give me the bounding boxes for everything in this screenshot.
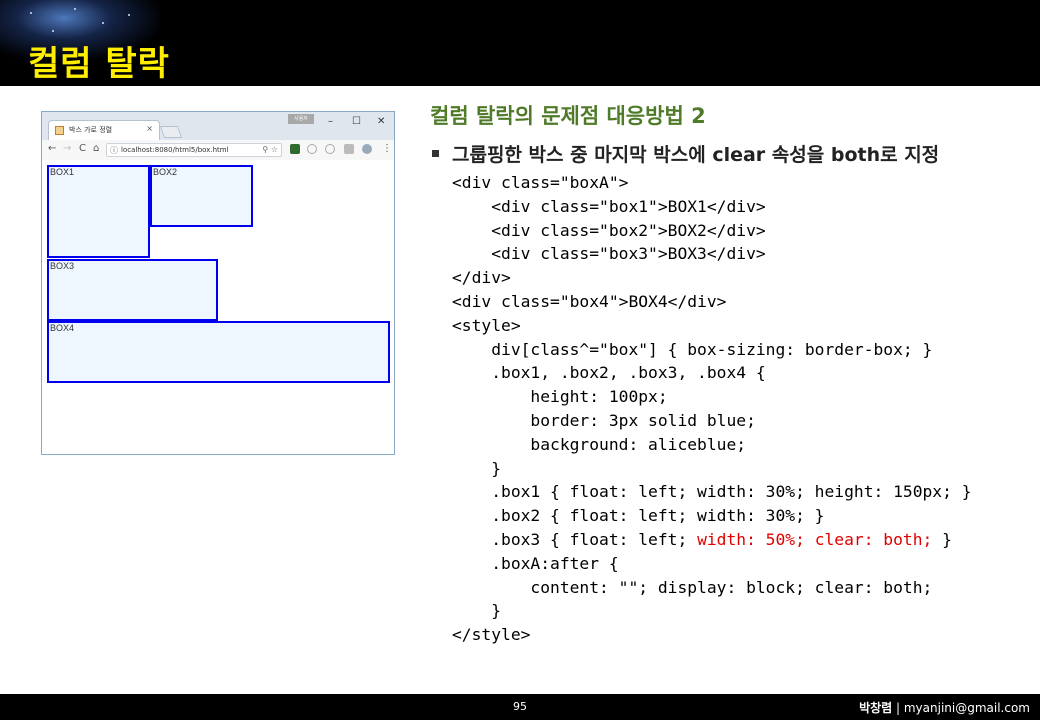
tab-title: 박스 가로 정렬 — [69, 126, 113, 134]
address-bar[interactable]: ⓘ localhost:8080/html5/box.html ⚲ ☆ — [106, 143, 282, 157]
address-toolbar: ← → C ⌂ ⓘ localhost:8080/html5/box.html … — [42, 140, 394, 161]
browser-window: 박스 가로 정렬 × 사용자 – ☐ ✕ ← → C ⌂ ⓘ localhost… — [41, 111, 395, 455]
extension-icon[interactable] — [307, 144, 317, 154]
star-decoration — [128, 14, 130, 16]
code-line: <style> — [452, 315, 521, 335]
code-block: <div class="boxA"> <div class="box1">BOX… — [452, 171, 972, 647]
slide-title: 컬럼 탈락 — [28, 44, 170, 84]
back-icon[interactable]: ← — [48, 143, 56, 154]
code-line: height: 100px; — [452, 387, 668, 407]
code-line: .boxA:after { — [452, 553, 619, 573]
code-line-highlighted: .box3 { float: left; width: 50%; clear: … — [452, 528, 972, 552]
code-line: div[class^="box"] { box-sizing: border-b… — [452, 339, 933, 359]
bullet-text: 그룹핑한 박스 중 마지막 박스에 clear 속성을 both로 지정 — [452, 144, 940, 166]
home-icon[interactable]: ⌂ — [93, 143, 99, 154]
star-decoration — [52, 30, 54, 32]
section-subtitle: 컬럼 탈락의 문제점 대응방법 2 — [430, 104, 706, 128]
box1: BOX1 — [47, 165, 150, 258]
star-decoration — [74, 8, 76, 10]
separator: | — [892, 701, 904, 715]
slide-footer: 95 박창렴 | myanjini@gmail.com — [0, 694, 1040, 720]
url-text: localhost:8080/html5/box.html — [121, 146, 229, 154]
user-badge[interactable]: 사용자 — [288, 114, 314, 124]
code-line: .box1 { float: left; width: 30%; height:… — [452, 482, 972, 502]
code-line-start: .box3 { float: left; — [452, 529, 698, 549]
maximize-icon[interactable]: ☐ — [352, 116, 361, 127]
browser-titlebar: 박스 가로 정렬 × 사용자 – ☐ ✕ — [42, 112, 394, 140]
code-line: </style> — [452, 625, 531, 645]
code-line: <div class="box2">BOX2</div> — [452, 220, 766, 240]
code-line: </div> — [452, 268, 511, 288]
close-icon[interactable]: ✕ — [377, 116, 385, 127]
box2: BOX2 — [150, 165, 253, 227]
author-credit: 박창렴 | myanjini@gmail.com — [859, 699, 1030, 716]
box-label: BOX2 — [153, 167, 178, 177]
box3: BOX3 — [47, 259, 218, 321]
code-highlight: width: 50%; clear: both; — [697, 529, 933, 549]
star-decoration — [102, 22, 104, 24]
author-name: 박창렴 — [859, 701, 893, 715]
new-tab-button[interactable] — [159, 126, 183, 138]
code-line: border: 3px solid blue; — [452, 410, 756, 430]
star-decoration — [30, 12, 32, 14]
extension-icon[interactable] — [325, 144, 335, 154]
tab-close-icon[interactable]: × — [146, 124, 153, 133]
code-line: .box1, .box2, .box3, .box4 { — [452, 363, 766, 383]
code-line: } — [452, 601, 502, 621]
menu-icon[interactable]: ⋮ — [382, 143, 392, 154]
code-line: background: aliceblue; — [452, 434, 747, 454]
extension-icon[interactable] — [344, 144, 354, 154]
box-label: BOX1 — [50, 167, 75, 177]
bullet-icon — [432, 150, 439, 157]
code-line: <div class="box3">BOX3</div> — [452, 244, 766, 264]
slide-header: 컬럼 탈락 — [0, 0, 1040, 86]
code-line-end: } — [932, 529, 952, 549]
box-label: BOX4 — [50, 323, 75, 333]
browser-tab[interactable]: 박스 가로 정렬 × — [48, 120, 160, 140]
reload-icon[interactable]: C — [79, 143, 86, 154]
code-line: .box2 { float: left; width: 30%; } — [452, 506, 825, 526]
code-line: <div class="box1">BOX1</div> — [452, 196, 766, 216]
page-icon — [55, 126, 64, 135]
box4: BOX4 — [47, 321, 390, 383]
info-icon[interactable]: ⓘ — [110, 145, 118, 156]
code-line: } — [452, 458, 502, 478]
zoom-bookmark-icons[interactable]: ⚲ ☆ — [262, 145, 278, 154]
box-label: BOX3 — [50, 261, 75, 271]
extension-icon[interactable] — [290, 144, 300, 154]
browser-viewport: BOX1 BOX2 BOX3 BOX4 — [42, 160, 394, 454]
code-line: content: ""; display: block; clear: both… — [452, 577, 933, 597]
forward-icon[interactable]: → — [63, 143, 71, 154]
author-email: myanjini@gmail.com — [903, 701, 1030, 715]
extension-icon[interactable] — [362, 144, 372, 154]
code-line: <div class="box4">BOX4</div> — [452, 291, 727, 311]
minimize-icon[interactable]: – — [328, 116, 333, 127]
code-line: <div class="boxA"> — [452, 173, 629, 192]
